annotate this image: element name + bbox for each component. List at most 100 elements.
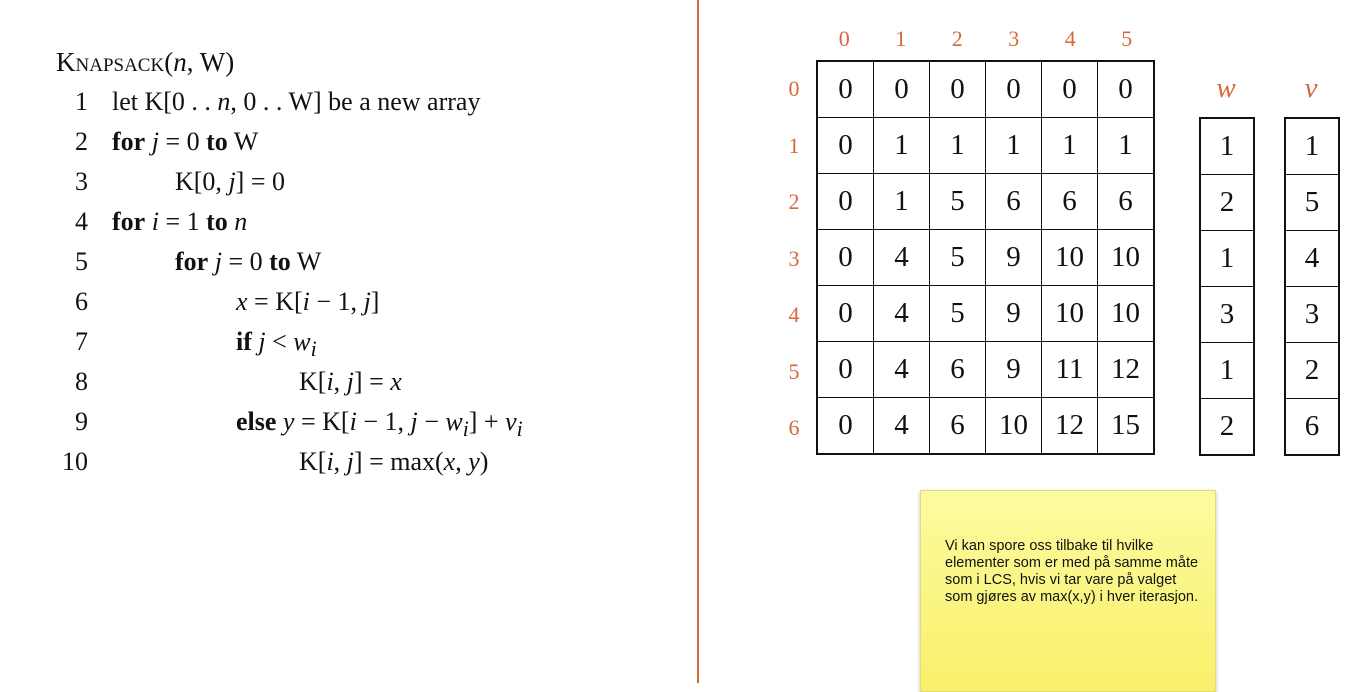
table-cell: 2: [1199, 398, 1255, 456]
weights-header: w: [1216, 72, 1236, 104]
table-cell: 0: [985, 60, 1042, 118]
line-text: K[i, j] = max(x, y): [299, 447, 489, 476]
table-cell: 0: [816, 285, 874, 342]
row-index: 0: [788, 76, 800, 101]
algorithm-name: Knapsack: [56, 47, 165, 77]
table-row: 2: [1199, 398, 1255, 456]
row-index: 6: [788, 415, 800, 440]
table-row: 2: [1199, 174, 1255, 231]
table-cell: 3: [1284, 286, 1340, 343]
line-number: 6: [75, 287, 88, 316]
table-cell: 11: [1041, 341, 1098, 398]
row-index: 2: [788, 189, 800, 214]
table-row: 6: [1284, 398, 1340, 456]
table-cell: 5: [929, 285, 986, 342]
line-text: for j = 0 to W: [175, 247, 322, 276]
table-cell: 9: [985, 285, 1042, 342]
table-cell: 1: [873, 117, 930, 174]
k-table: 0 0 0 0 0 0 0 1 1 1 1 1 0 1 5 6 6 6 0 4 …: [816, 60, 1155, 455]
table-cell: 0: [1097, 60, 1155, 118]
code-line-6: 6 x = K[i − 1, j]: [56, 282, 379, 322]
table-cell: 10: [1041, 285, 1098, 342]
table-cell: 2: [1284, 342, 1340, 399]
table-cell: 4: [873, 341, 930, 398]
table-cell: 12: [1097, 341, 1155, 398]
table-cell: 6: [929, 397, 986, 455]
table-cell: 6: [1097, 173, 1155, 230]
table-cell: 0: [1041, 60, 1098, 118]
table-row: 3: [1199, 286, 1255, 343]
line-number: 5: [75, 247, 88, 276]
column-index: 5: [1121, 26, 1133, 51]
table-cell: 0: [816, 117, 874, 174]
table-cell: 1: [1097, 117, 1155, 174]
table-cell: 1: [1041, 117, 1098, 174]
code-line-5: 5 for j = 0 to W: [56, 242, 321, 282]
table-cell: 15: [1097, 397, 1155, 455]
code-line-4: 4 for i = 1 to n: [56, 202, 247, 242]
table-row: 0 1 5 6 6 6: [816, 173, 1155, 230]
table-row: 1: [1199, 117, 1255, 175]
table-cell: 4: [873, 285, 930, 342]
row-index: 1: [788, 132, 800, 158]
table-cell: 6: [929, 341, 986, 398]
line-text: K[i, j] = x: [299, 367, 402, 396]
table-cell: 9: [985, 341, 1042, 398]
table-row: 0 4 5 9 10 10: [816, 229, 1155, 286]
code-line-3: 3 K[0, j] = 0: [56, 162, 285, 202]
sticky-note[interactable]: Vi kan spore oss tilbake til hvilke elem…: [920, 490, 1216, 692]
column-index: 2: [951, 26, 963, 51]
algorithm-params: (n, W): [164, 47, 235, 77]
column-index: 3: [1008, 26, 1020, 51]
table-row: 0 1 1 1 1 1: [816, 117, 1155, 174]
line-number: 10: [62, 447, 88, 476]
row-index: 5: [788, 358, 800, 384]
table-cell: 1: [1284, 117, 1340, 175]
table-cell: 5: [1284, 174, 1340, 231]
line-number: 7: [75, 327, 88, 356]
table-cell: 1: [985, 117, 1042, 174]
line-text: for i = 1 to n: [112, 207, 248, 236]
code-line-2: 2 for j = 0 to W: [56, 122, 258, 162]
table-cell: 0: [816, 229, 874, 286]
table-cell: 0: [816, 173, 874, 230]
values-table: 1 5 4 3 2 6: [1284, 117, 1340, 456]
column-index: 4: [1064, 26, 1076, 51]
table-row: 0 4 6 10 12 15: [816, 397, 1155, 455]
table-cell: 10: [1041, 229, 1098, 286]
line-number: 2: [75, 127, 88, 156]
table-row: 0 4 6 9 11 12: [816, 341, 1155, 398]
line-text: let K[0 . . n, 0 . . W] be a new array: [112, 87, 481, 116]
table-cell: 1: [1199, 342, 1255, 399]
table-row: 0 0 0 0 0 0: [816, 60, 1155, 118]
table-cell: 10: [1097, 229, 1155, 286]
algorithm-title: Knapsack(n, W): [56, 42, 234, 82]
line-number: 8: [75, 367, 88, 396]
table-cell: 1: [929, 117, 986, 174]
table-row: 2: [1284, 342, 1340, 399]
table-cell: 0: [873, 60, 930, 118]
line-number: 1: [75, 87, 88, 116]
line-text: x = K[i − 1, j]: [236, 287, 380, 316]
table-cell: 0: [816, 60, 874, 118]
values-header: v: [1304, 72, 1318, 104]
table-cell: 4: [1284, 230, 1340, 287]
table-cell: 10: [985, 397, 1042, 455]
table-cell: 5: [929, 173, 986, 230]
code-line-9: 9 else y = K[i − 1, j − wi] + vi: [56, 402, 523, 442]
row-index: 3: [788, 245, 800, 271]
line-text: K[0, j] = 0: [175, 167, 285, 196]
weights-table: 1 2 1 3 1 2: [1199, 117, 1255, 456]
table-cell: 12: [1041, 397, 1098, 455]
table-cell: 6: [985, 173, 1042, 230]
table-cell: 9: [985, 229, 1042, 286]
line-number: 4: [75, 207, 88, 236]
sticky-note-text: Vi kan spore oss tilbake til hvilke elem…: [945, 538, 1199, 605]
vertical-divider: [697, 0, 699, 683]
line-number: 3: [75, 167, 88, 196]
table-row: 3: [1284, 286, 1340, 343]
column-index: 0: [838, 26, 850, 51]
table-cell: 0: [816, 341, 874, 398]
table-cell: 0: [816, 397, 874, 455]
table-cell: 10: [1097, 285, 1155, 342]
